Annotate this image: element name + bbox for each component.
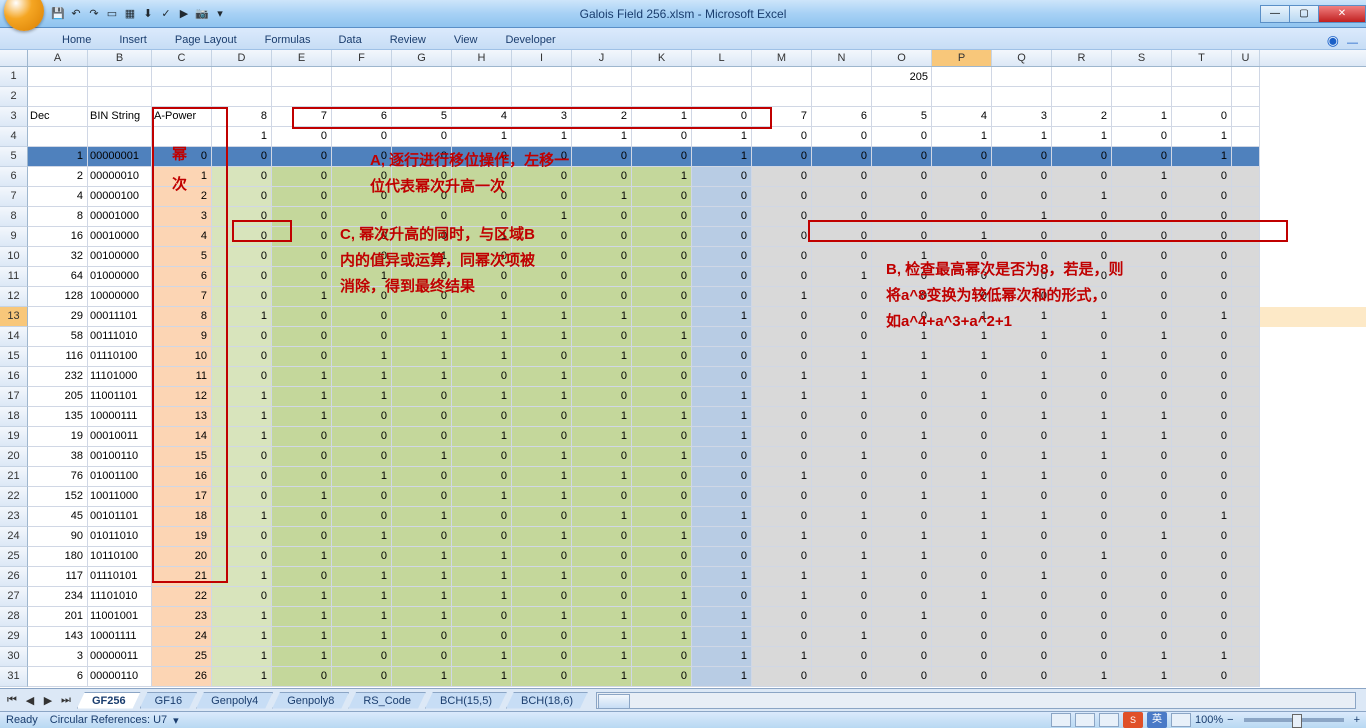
sheet-tab-GF256[interactable]: GF256: [77, 692, 141, 709]
gridlines-icon[interactable]: ▦: [122, 6, 138, 22]
tab-insert[interactable]: Insert: [105, 31, 161, 49]
ime-extra-icon[interactable]: [1171, 713, 1191, 727]
tab-page-layout[interactable]: Page Layout: [161, 31, 251, 49]
minimize-ribbon-icon[interactable]: —: [1347, 37, 1358, 49]
pagebreak-view-icon[interactable]: [1099, 713, 1119, 727]
sort-icon[interactable]: ⬇: [140, 6, 156, 22]
grid-body[interactable]: 123DecBIN StringA-Power87654321076543210…: [0, 67, 1366, 688]
sheet-tabs: GF256GF16Genpoly4Genpoly8RS_CodeBCH(15,5…: [78, 692, 588, 709]
close-button[interactable]: ✕: [1318, 5, 1366, 23]
redo-icon[interactable]: ↷: [86, 6, 102, 22]
ime-s-icon[interactable]: S: [1123, 712, 1143, 728]
more-icon[interactable]: ▾: [212, 6, 228, 22]
tab-developer[interactable]: Developer: [491, 31, 569, 49]
status-circular: Circular References: U7: [50, 714, 167, 726]
tab-last-icon[interactable]: ⏭: [58, 694, 74, 707]
zoom-label: 100%: [1195, 714, 1223, 726]
sheet-tab-BCH(18,6)[interactable]: BCH(18,6): [506, 692, 588, 709]
title-bar: 💾 ↶ ↷ ▭ ▦ ⬇ ✓ ▶ 📷 ▾ Galois Field 256.xls…: [0, 0, 1366, 28]
spellcheck-icon[interactable]: ✓: [158, 6, 174, 22]
zoom-in-icon[interactable]: +: [1354, 714, 1360, 726]
zoom-out-icon[interactable]: −: [1227, 714, 1233, 726]
horizontal-scrollbar[interactable]: [596, 692, 1356, 709]
office-button[interactable]: [4, 0, 44, 31]
tab-review[interactable]: Review: [376, 31, 440, 49]
tab-prev-icon[interactable]: ◀: [22, 694, 38, 707]
tab-nav: ⏮ ◀ ▶ ⏭: [0, 694, 78, 707]
cell-formula-overlay: 205: [868, 67, 928, 87]
dropdown-icon[interactable]: ▾: [173, 714, 179, 727]
sheet-tab-BCH(15,5)[interactable]: BCH(15,5): [425, 692, 507, 709]
sheet-tab-Genpoly4[interactable]: Genpoly4: [196, 692, 273, 709]
tab-data[interactable]: Data: [324, 31, 375, 49]
status-bar: Ready Circular References: U7 ▾ S 英 100%…: [0, 711, 1366, 728]
new-icon[interactable]: ▭: [104, 6, 120, 22]
maximize-button[interactable]: ▢: [1289, 5, 1319, 23]
normal-view-icon[interactable]: [1051, 713, 1071, 727]
sheet-tab-Genpoly8[interactable]: Genpoly8: [272, 692, 349, 709]
ribbon-tabs: Home Insert Page Layout Formulas Data Re…: [0, 28, 1366, 50]
spreadsheet-grid[interactable]: ABCDEFGHIJKLMNOPQRSTU 123DecBIN StringA-…: [0, 50, 1366, 688]
undo-icon[interactable]: ↶: [68, 6, 84, 22]
sheet-tab-bar: ⏮ ◀ ▶ ⏭ GF256GF16Genpoly4Genpoly8RS_Code…: [0, 688, 1366, 711]
macros-icon[interactable]: ▶: [176, 6, 192, 22]
status-ready: Ready: [6, 714, 38, 726]
tab-next-icon[interactable]: ▶: [40, 694, 56, 707]
tab-first-icon[interactable]: ⏮: [4, 694, 20, 707]
zoom-slider[interactable]: [1244, 718, 1344, 722]
window-title: Galois Field 256.xlsm - Microsoft Excel: [580, 7, 787, 21]
quick-access-toolbar: 💾 ↶ ↷ ▭ ▦ ⬇ ✓ ▶ 📷 ▾: [50, 6, 228, 22]
sheet-tab-GF16[interactable]: GF16: [140, 692, 198, 709]
ime-lang-icon[interactable]: 英: [1147, 712, 1167, 728]
tab-view[interactable]: View: [440, 31, 492, 49]
sheet-tab-RS_Code[interactable]: RS_Code: [348, 692, 426, 709]
minimize-button[interactable]: —: [1260, 5, 1290, 23]
camera-icon[interactable]: 📷: [194, 6, 210, 22]
column-headers[interactable]: ABCDEFGHIJKLMNOPQRSTU: [0, 50, 1366, 67]
tab-formulas[interactable]: Formulas: [251, 31, 325, 49]
pagelayout-view-icon[interactable]: [1075, 713, 1095, 727]
save-icon[interactable]: 💾: [50, 6, 66, 22]
tab-home[interactable]: Home: [48, 31, 105, 49]
help-icon[interactable]: ◉: [1327, 32, 1339, 49]
